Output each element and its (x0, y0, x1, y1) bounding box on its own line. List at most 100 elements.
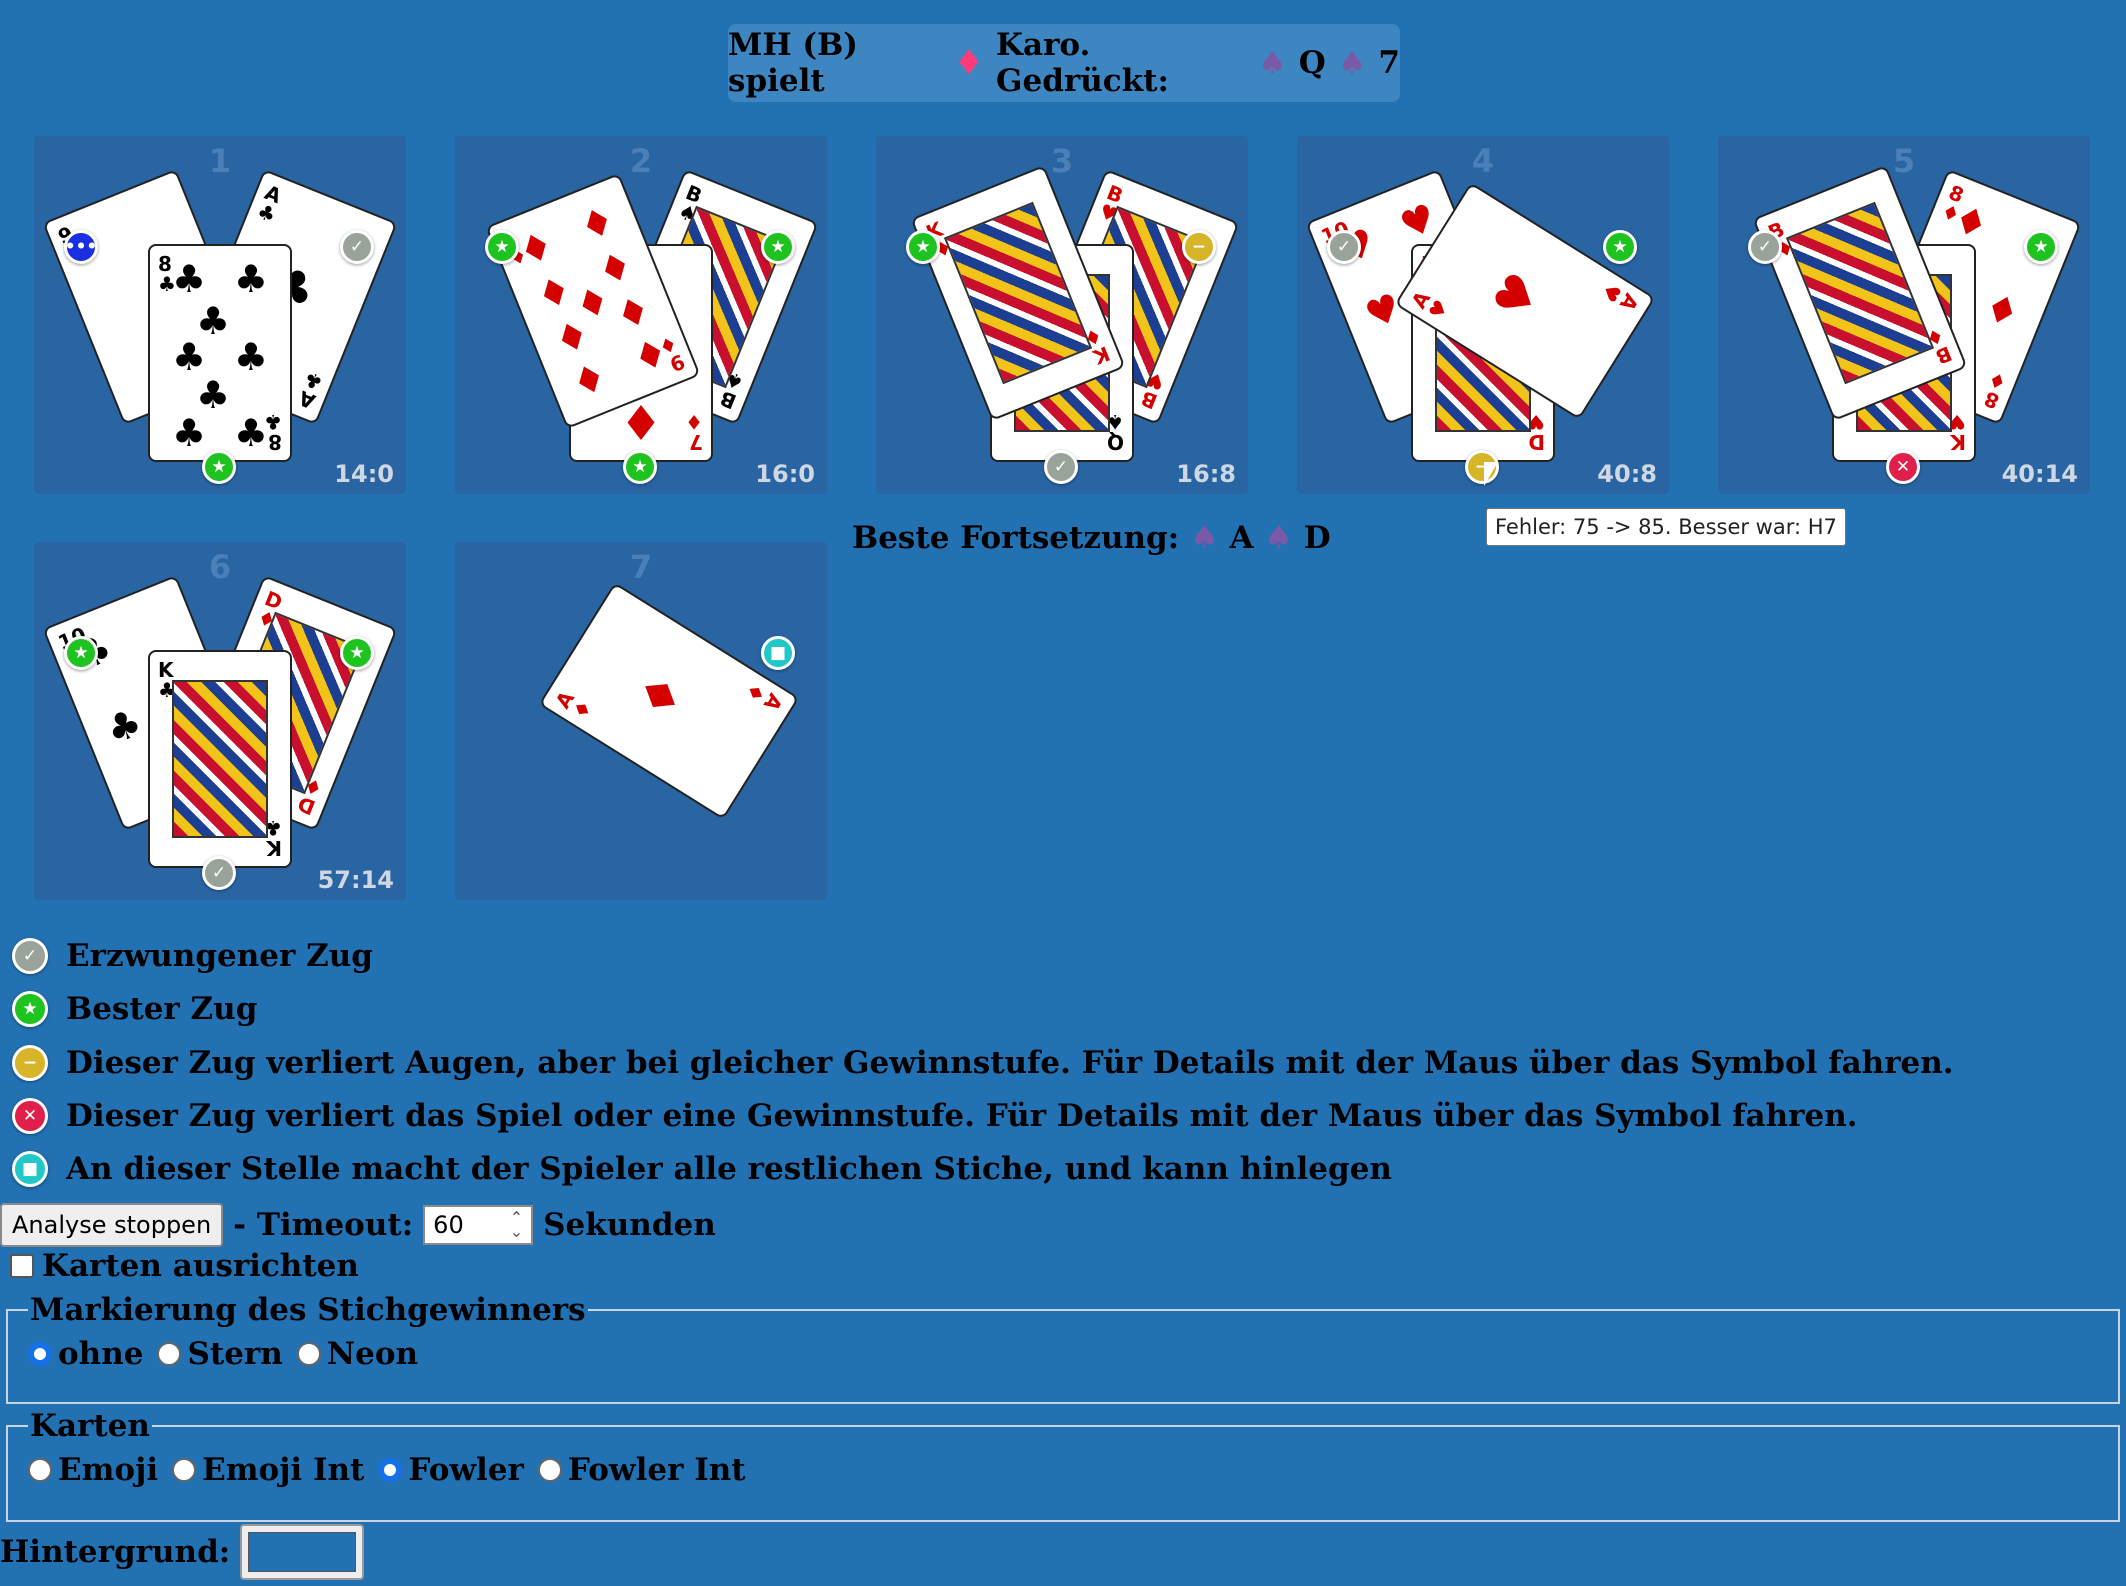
radio-label: Stern (187, 1336, 283, 1372)
trick-score: 57:14 (317, 866, 394, 894)
legend-text: Bester Zug (66, 991, 258, 1027)
star-icon[interactable]: ★ (202, 450, 236, 484)
cards-option-emoji[interactable]: Emoji (28, 1452, 158, 1488)
trick-score: 16:8 (1176, 460, 1236, 488)
trick-number: 6 (208, 548, 232, 586)
legend-item: ■ An dieser Stelle macht der Spieler all… (12, 1144, 1392, 1194)
star-icon[interactable]: ★ (1603, 230, 1637, 264)
stop-analysis-button[interactable]: Analyse stoppen (0, 1203, 224, 1247)
trick-panel: 1 9♣9♣ A♣A♣ ♣ 8♣8♣ ♣♣ ♣ ♣♣ ♣ ♣♣ ••• ✓ ★ … (34, 136, 406, 494)
cards-legend: Karten (30, 1408, 150, 1444)
spade-icon: ♠ (1189, 518, 1219, 556)
trick-panel: 6 10♣10♣ ♣♣ D♦D♦ K♣K♣ ★ ★ ✓ 57:14 (34, 542, 406, 900)
radio-button[interactable] (296, 1342, 321, 1366)
legend-item: − Dieser Zug verliert Augen, aber bei gl… (12, 1038, 1954, 1088)
square-icon: ■ (12, 1151, 48, 1187)
legend-item: ✓ Erzwungener Zug (12, 931, 373, 981)
star-icon[interactable]: ★ (623, 450, 657, 484)
square-icon[interactable]: ■ (761, 636, 795, 670)
check-icon[interactable]: ✓ (1748, 230, 1782, 264)
game-status-header: MH (B) spielt ♦ Karo. Gedrückt: ♠ Q ♠ 7 (728, 24, 1400, 102)
legend-item: ✕ Dieser Zug verliert das Spiel oder ein… (12, 1091, 1858, 1141)
trick-panel: 4 10♥10♥ ♥♥ ♥ D♥D♥ A♥A♥ ♥ ✓ ★ − 40:8 (1297, 136, 1669, 494)
radio-label: ohne (58, 1336, 144, 1372)
trick-panel: 3 B♥B♥ Q♠Q♠ K♦K♦ ★ − ✓ 16:8 (876, 136, 1248, 494)
legend-text: Dieser Zug verliert Augen, aber bei glei… (66, 1045, 1954, 1081)
trick-score: 14:0 (334, 460, 394, 488)
timeout-label: - Timeout: (233, 1207, 414, 1243)
spade-icon: ♠ (1337, 44, 1367, 82)
analysis-controls: Analyse stoppen - Timeout: 60 ⌃ ⌄ Sekunde… (0, 1200, 716, 1250)
radio-button[interactable] (157, 1342, 182, 1366)
cards-fieldset: Karten Emoji Emoji Int Fowler Fowler Int (6, 1408, 2120, 1522)
mouse-cursor-icon (1484, 462, 1498, 486)
radio-label: Emoji Int (202, 1452, 365, 1488)
radio-button[interactable] (28, 1342, 52, 1366)
star-icon[interactable]: ★ (2024, 230, 2058, 264)
spade-icon: ♠ (1264, 518, 1293, 556)
trick-number: 4 (1471, 142, 1495, 180)
star-icon[interactable]: ★ (340, 636, 374, 670)
trick-score: 16:0 (755, 460, 815, 488)
radio-button[interactable] (378, 1458, 403, 1482)
marking-option-stern[interactable]: Stern (157, 1336, 283, 1372)
game-status-text: MH (B) spielt (728, 27, 858, 99)
x-icon[interactable]: ✕ (1886, 450, 1920, 484)
check-icon[interactable]: ✓ (340, 230, 374, 264)
best-continuation: Beste Fortsetzung: ♠ A ♠ D (852, 518, 1331, 556)
minus-icon[interactable]: − (1182, 230, 1216, 264)
radio-button[interactable] (537, 1458, 562, 1482)
radio-label: Fowler (408, 1452, 524, 1488)
cards-option-fowler-int[interactable]: Fowler Int (537, 1452, 746, 1488)
legend-text: Dieser Zug verliert das Spiel oder eine … (66, 1098, 1858, 1134)
star-icon[interactable]: ★ (485, 230, 519, 264)
timeout-input[interactable]: 60 ⌃ ⌄ (423, 1205, 534, 1245)
star-icon: ★ (12, 991, 48, 1027)
pressed-card-rank: 7 (1378, 45, 1400, 81)
best-continuation-label: Beste Fortsetzung: (852, 520, 1180, 556)
check-icon[interactable]: ✓ (1327, 230, 1361, 264)
playing-card: K ♣ K ♣ (148, 650, 292, 868)
trump-name: Karo. Gedrückt: (996, 27, 1169, 99)
background-option: Hintergrund: (0, 1524, 365, 1580)
radio-button[interactable] (28, 1458, 52, 1482)
check-icon: ✓ (12, 938, 48, 974)
playing-card: 8 ♣ 8 ♣ ♣ ♣ ♣ ♣ ♣ ♣ ♣ ♣ (148, 244, 292, 462)
align-cards-option[interactable]: Karten ausrichten (10, 1248, 359, 1284)
seconds-label: Sekunden (543, 1207, 716, 1243)
spinner-icon[interactable]: ⌃ ⌄ (510, 1210, 523, 1240)
star-icon[interactable]: ★ (906, 230, 940, 264)
error-tooltip: Fehler: 75 -> 85. Besser war: H7 (1486, 508, 1846, 546)
timeout-value: 60 (433, 1211, 464, 1239)
trick-number: 5 (1892, 142, 1916, 180)
background-color-picker[interactable] (240, 1524, 365, 1580)
cards-option-emoji-int[interactable]: Emoji Int (172, 1452, 364, 1488)
minus-icon: − (12, 1045, 48, 1081)
diamond-icon: ♦ (953, 43, 985, 83)
marking-option-neon[interactable]: Neon (296, 1336, 419, 1372)
legend-text: An dieser Stelle macht der Spieler alle … (66, 1151, 1392, 1187)
marking-legend: Markierung des Stichgewinners (30, 1292, 586, 1328)
more-icon[interactable]: ••• (64, 230, 98, 264)
trick-number: 1 (208, 142, 232, 180)
playing-card: A ♦ A ♦ ♦ (538, 582, 800, 820)
check-icon[interactable]: ✓ (202, 856, 236, 890)
cards-option-fowler[interactable]: Fowler (378, 1452, 524, 1488)
marking-option-ohne[interactable]: ohne (28, 1336, 143, 1372)
star-icon[interactable]: ★ (64, 636, 98, 670)
x-icon: ✕ (12, 1098, 48, 1134)
trick-panel: 2 B♠B♠ 7♦7♦ ♦ 9♦9♦ ♦♦ ♦♦ ♦ ♦♦ ♦♦ ★ ★ ★ 1… (455, 136, 827, 494)
radio-label: Emoji (58, 1452, 159, 1488)
best-card-rank: D (1303, 520, 1331, 556)
trick-number: 2 (629, 142, 653, 180)
background-label: Hintergrund: (0, 1534, 231, 1570)
align-cards-label: Karten ausrichten (42, 1248, 359, 1284)
radio-label: Neon (326, 1336, 419, 1372)
pressed-card-rank: Q (1298, 45, 1326, 81)
radio-button[interactable] (172, 1458, 197, 1482)
check-icon[interactable]: ✓ (1044, 450, 1078, 484)
trick-score: 40:14 (2001, 460, 2078, 488)
spade-icon: ♠ (1258, 44, 1287, 82)
align-cards-checkbox[interactable] (10, 1254, 34, 1278)
star-icon[interactable]: ★ (761, 230, 795, 264)
